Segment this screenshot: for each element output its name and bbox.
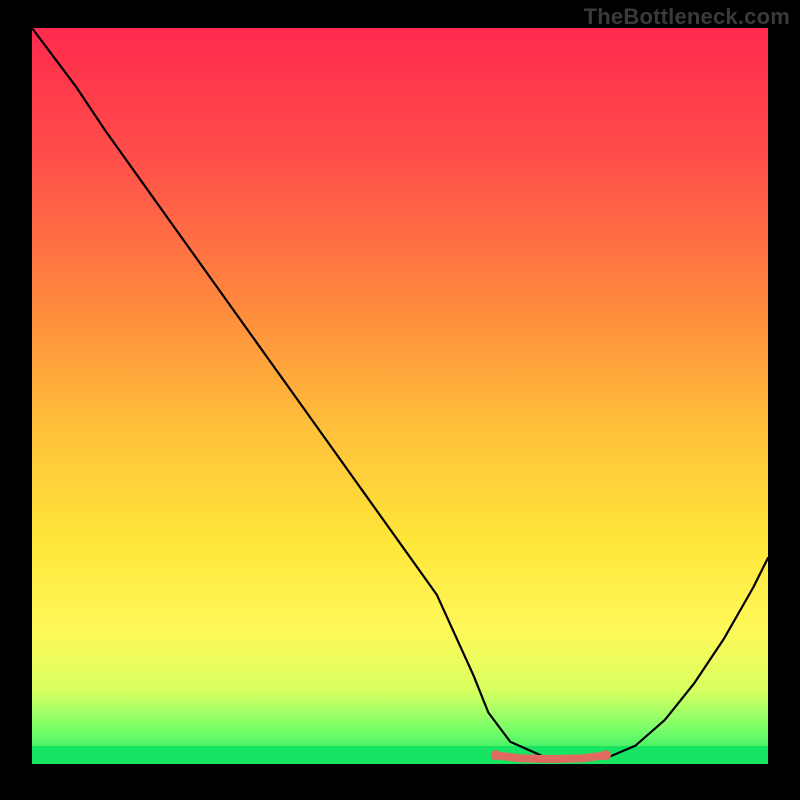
trough-highlight-line	[496, 755, 606, 759]
plot-area	[32, 28, 768, 764]
watermark-text: TheBottleneck.com	[584, 4, 790, 30]
trough-highlight-start	[491, 750, 501, 760]
trough-highlight-end	[601, 750, 611, 760]
curve-svg	[32, 28, 768, 764]
chart-container: TheBottleneck.com	[0, 0, 800, 800]
main-curve-line	[32, 28, 768, 759]
